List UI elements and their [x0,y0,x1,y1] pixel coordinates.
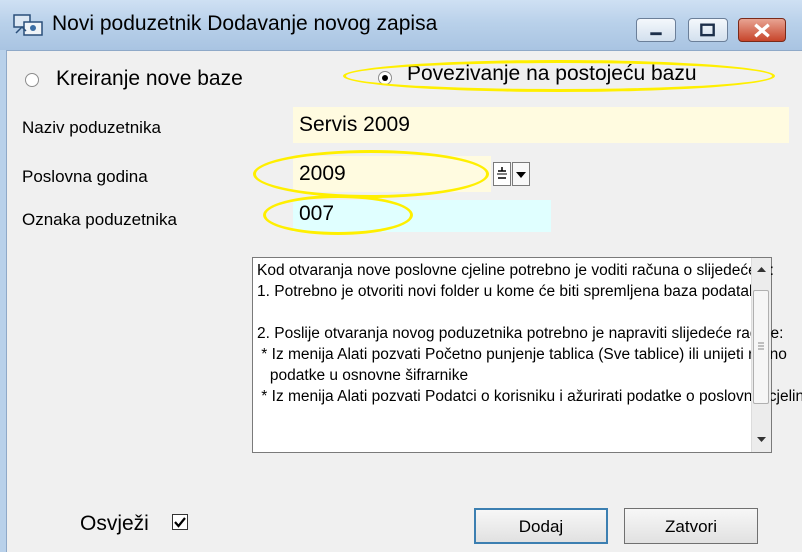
radio-selected-dot [382,75,388,81]
minimize-button[interactable] [636,18,676,42]
memo-text: Kod otvaranja nove poslovne cjeline potr… [257,260,802,407]
naziv-label: Naziv poduzetnika [22,118,161,137]
scroll-thumb[interactable] [753,290,769,404]
window-frame [0,50,7,552]
dialog-window: Novi poduzetnik Dodavanje novog zapisa K… [0,0,802,552]
refresh-label[interactable]: Osvježi [80,512,149,536]
app-icon [13,14,43,36]
oznaka-input[interactable]: 007 [293,200,551,232]
memo-line: Kod otvaranja nove poslovne cjeline potr… [257,262,774,279]
memo-line: * Iz menija Alati pozvati Početno punjen… [257,346,787,363]
close-button[interactable] [738,18,786,42]
godina-input[interactable]: 2009 [293,156,491,192]
chevron-down-icon [516,172,526,178]
spin-updown-icon [497,167,507,179]
memo-line [257,302,747,323]
radio-create-new-db-label[interactable]: Kreiranje nove baze [56,67,243,91]
godina-label: Poslovna godina [22,167,148,186]
memo-line: 2. Poslije otvaranja novog poduzetnika p… [257,325,784,342]
close-icon [754,23,770,38]
memo-line: podatke u osnovne šifrarnike [257,367,469,384]
title-bar[interactable]: Novi poduzetnik Dodavanje novog zapisa [0,0,802,51]
add-button[interactable]: Dodaj [474,508,608,544]
year-spinner[interactable] [493,162,511,186]
info-memo[interactable]: Kod otvaranja nove poslovne cjeline potr… [252,257,802,453]
memo-line: * Iz menija Alati pozvati Podatci o kori… [257,388,802,405]
memo-scrollbar[interactable] [751,258,771,452]
close-dialog-button[interactable]: Zatvori [624,508,758,544]
radio-connect-existing-db[interactable] [378,71,392,85]
grip-icon [758,342,764,350]
naziv-input[interactable]: Servis 2009 [293,107,789,143]
maximize-button[interactable] [688,18,728,42]
scroll-down-icon[interactable] [752,430,771,448]
refresh-checkbox[interactable] [172,514,188,530]
memo-line: 1. Potrebno je otvoriti novi folder u ko… [257,283,770,300]
maximize-icon [700,23,715,37]
scroll-up-icon[interactable] [752,260,771,278]
window-title: Novi poduzetnik Dodavanje novog zapisa [52,12,438,35]
radio-connect-existing-db-label[interactable]: Povezivanje na postojeću bazu [407,62,697,86]
year-dropdown-button[interactable] [512,162,530,186]
oznaka-label: Oznaka poduzetnika [22,210,177,229]
checkmark-icon [174,517,186,528]
radio-create-new-db[interactable] [25,73,39,87]
minimize-icon [650,32,662,36]
